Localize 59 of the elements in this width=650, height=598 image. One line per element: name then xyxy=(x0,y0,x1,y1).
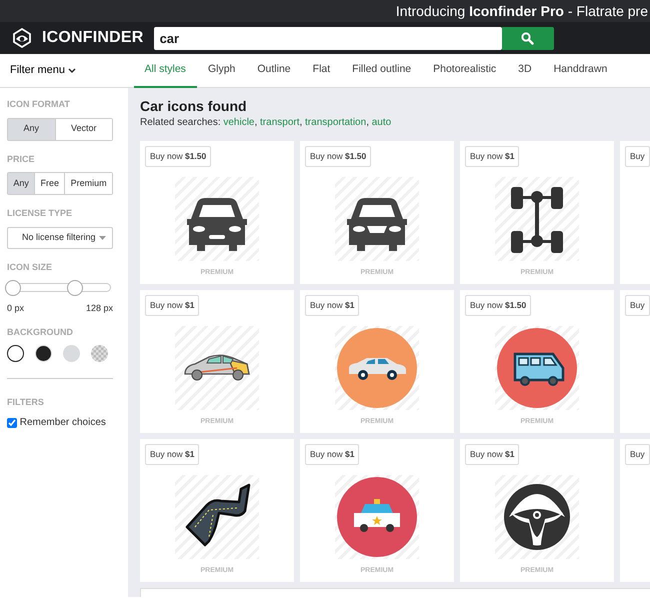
section-title: BACKGROUND xyxy=(7,326,74,338)
style-tab[interactable]: Photorealistic xyxy=(422,54,508,88)
logo-text[interactable]: ICONFINDER xyxy=(42,26,144,50)
segment-option[interactable]: Any xyxy=(8,173,36,194)
icon-card[interactable]: Buy xyxy=(620,438,650,582)
segment-option[interactable]: Any xyxy=(8,118,56,140)
buy-now-button[interactable]: Buy now $1 xyxy=(305,444,360,465)
related-label: Related searches: xyxy=(140,116,221,128)
slider-handle[interactable] xyxy=(67,280,84,296)
search-icon xyxy=(521,32,534,44)
section-title: ICON SIZE xyxy=(7,260,54,274)
buy-now-button[interactable]: Buy now $1 xyxy=(145,294,200,316)
buy-now-button[interactable]: Buy xyxy=(625,146,650,167)
buy-now-button[interactable]: Buy now $1.50 xyxy=(465,294,532,316)
separator-comma: , xyxy=(254,116,258,128)
style-tab[interactable]: Glyph xyxy=(196,54,246,88)
eye-logo-icon xyxy=(12,28,32,48)
van-icon xyxy=(497,328,577,408)
size-slider[interactable] xyxy=(7,280,113,296)
separator-comma: , xyxy=(300,116,302,128)
car-icon xyxy=(337,328,417,408)
search-button[interactable] xyxy=(502,26,554,50)
max-size-label: 128 px xyxy=(86,302,113,315)
icon-card[interactable]: Buy xyxy=(620,140,650,284)
buy-now-button[interactable]: Buy now $1.50 xyxy=(145,146,212,167)
section-title: ICON FORMAT xyxy=(7,98,71,111)
section-title: PRICE xyxy=(7,152,36,166)
caret-icon xyxy=(99,236,106,240)
buy-now-button[interactable]: Buy xyxy=(625,294,650,316)
background-swatch[interactable] xyxy=(7,345,24,362)
buy-now-button[interactable]: Buy xyxy=(625,444,650,465)
min-size-label: 0 px xyxy=(7,302,24,315)
style-tab[interactable]: Flat xyxy=(302,54,342,88)
background-swatch[interactable] xyxy=(91,345,108,362)
buy-now-button[interactable]: Buy now $1 xyxy=(465,146,520,167)
style-tab[interactable]: Handdrawn xyxy=(542,54,618,88)
checkbox-label: Remember choices xyxy=(20,416,106,430)
background-swatch[interactable] xyxy=(63,345,80,362)
buy-now-button[interactable]: Buy now $1 xyxy=(465,444,520,465)
buy-now-button[interactable]: Buy now $1 xyxy=(305,294,360,316)
icon-card[interactable]: Buy xyxy=(620,290,650,433)
remember-checkbox[interactable] xyxy=(7,418,17,428)
style-tab[interactable]: Outline xyxy=(246,54,302,88)
buy-now-button[interactable]: Buy now $1.50 xyxy=(305,146,372,167)
buy-now-button[interactable]: Buy now $1 xyxy=(145,444,200,465)
license-dropdown[interactable]: No license filtering xyxy=(7,226,113,248)
chevron-down-icon xyxy=(68,68,76,74)
police-car-icon xyxy=(337,476,417,557)
separator-comma: , xyxy=(366,116,369,128)
results-title: Car icons found xyxy=(140,98,248,115)
slider-handle[interactable] xyxy=(5,280,21,296)
style-tab[interactable]: Filled outline xyxy=(341,54,422,88)
filter-menu-button[interactable]: Filter menu xyxy=(0,54,128,87)
section-title: LICENSE TYPE xyxy=(7,207,74,220)
search-field[interactable]: car xyxy=(154,26,502,50)
promo-banner-text: Introducing Iconfinder Pro - Flatrate pre xyxy=(396,3,648,21)
filter-menu-label: Filter menu xyxy=(10,63,66,78)
style-tab[interactable]: 3D xyxy=(507,54,543,88)
section-title: FILTERS xyxy=(7,396,45,408)
